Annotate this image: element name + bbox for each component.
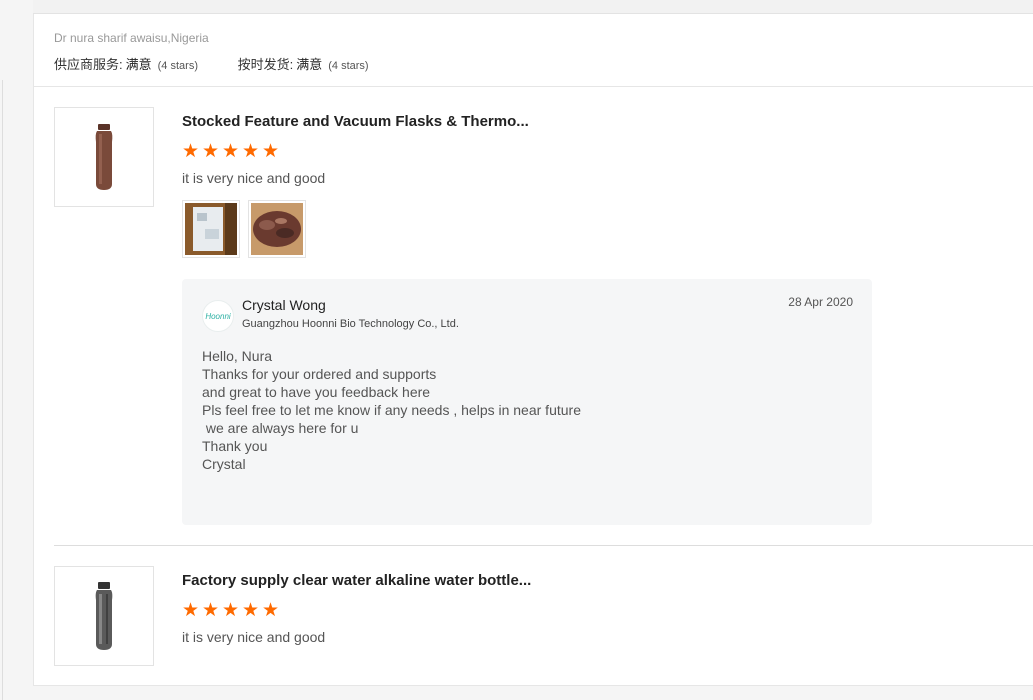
product-review: Factory supply clear water alkaline wate… [54, 566, 1033, 676]
reply-line: and great to have you feedback here [202, 384, 431, 400]
reply-line: Hello, Nura [202, 348, 273, 364]
supplier-reply: Hoonni Crystal Wong Guangzhou Hoonni Bio… [182, 279, 872, 525]
rating-value-supplier: 满意 [125, 57, 152, 72]
ratings-line: 供应商服务: 满意 (4 stars) 按时发货: 满意 (4 stars) [54, 54, 369, 73]
rail-divider [2, 80, 3, 700]
star-icon: ★ [262, 600, 280, 621]
star-icon: ★ [182, 600, 200, 621]
rating-value-shipping: 满意 [296, 57, 323, 72]
product-thumbnail[interactable] [54, 566, 154, 666]
star-icon: ★ [222, 600, 240, 621]
left-rail [0, 0, 10, 700]
reply-author-name: Crystal Wong [242, 297, 326, 313]
star-icon: ★ [242, 600, 260, 621]
review-photo[interactable] [248, 200, 306, 258]
supplier-logo: Hoonni [202, 300, 234, 332]
product-stars: ★ ★ ★ ★ ★ [182, 600, 280, 621]
rating-stars-shipping: (4 stars) [328, 60, 369, 72]
product-divider [54, 545, 1033, 546]
reply-line: Thank you [202, 438, 268, 454]
reply-line: Pls feel free to let me know if any need… [202, 402, 581, 418]
star-icon: ★ [242, 141, 260, 162]
star-icon: ★ [202, 600, 220, 621]
reply-date: 28 Apr 2020 [788, 295, 853, 309]
top-bar [33, 0, 1033, 14]
product-review: Stocked Feature and Vacuum Flasks & Ther… [54, 107, 1033, 537]
review-photo[interactable] [182, 200, 240, 258]
product-title[interactable]: Stocked Feature and Vacuum Flasks & Ther… [182, 113, 529, 130]
product-title[interactable]: Factory supply clear water alkaline wate… [182, 572, 531, 589]
reply-body: Hello, Nura Thanks for your ordered and … [202, 347, 581, 473]
reviewer-name: Dr nura sharif awaisu,Nigeria [54, 31, 209, 45]
water-bottle-icon [95, 582, 113, 650]
reply-company: Guangzhou Hoonni Bio Technology Co., Ltd… [242, 318, 459, 330]
bottles-photo-icon [251, 203, 303, 255]
package-photo-icon [185, 203, 237, 255]
page: Dr nura sharif awaisu,Nigeria 供应商服务: 满意 (4… [0, 0, 1033, 700]
product-stars: ★ ★ ★ ★ ★ [182, 141, 280, 162]
product-thumbnail[interactable] [54, 107, 154, 207]
reviewer-header: Dr nura sharif awaisu,Nigeria 供应商服务: 满意 (4… [34, 14, 1033, 87]
review-card: Dr nura sharif awaisu,Nigeria 供应商服务: 满意 (4… [33, 14, 1033, 686]
thermos-bottle-icon [95, 124, 113, 190]
star-icon: ★ [202, 141, 220, 162]
review-comment: it is very nice and good [182, 629, 326, 645]
star-icon: ★ [222, 141, 240, 162]
reply-line: Crystal [202, 456, 246, 472]
star-icon: ★ [262, 141, 280, 162]
reply-line: we are always here for u [202, 420, 359, 436]
review-comment: it is very nice and good [182, 170, 326, 186]
star-icon: ★ [182, 141, 200, 162]
rating-stars-supplier: (4 stars) [157, 60, 198, 72]
rating-label-shipping: 按时发货: [237, 57, 294, 72]
reply-line: Thanks for your ordered and supports [202, 366, 437, 382]
review-photos [182, 200, 306, 258]
rating-label-supplier: 供应商服务: [54, 57, 123, 72]
